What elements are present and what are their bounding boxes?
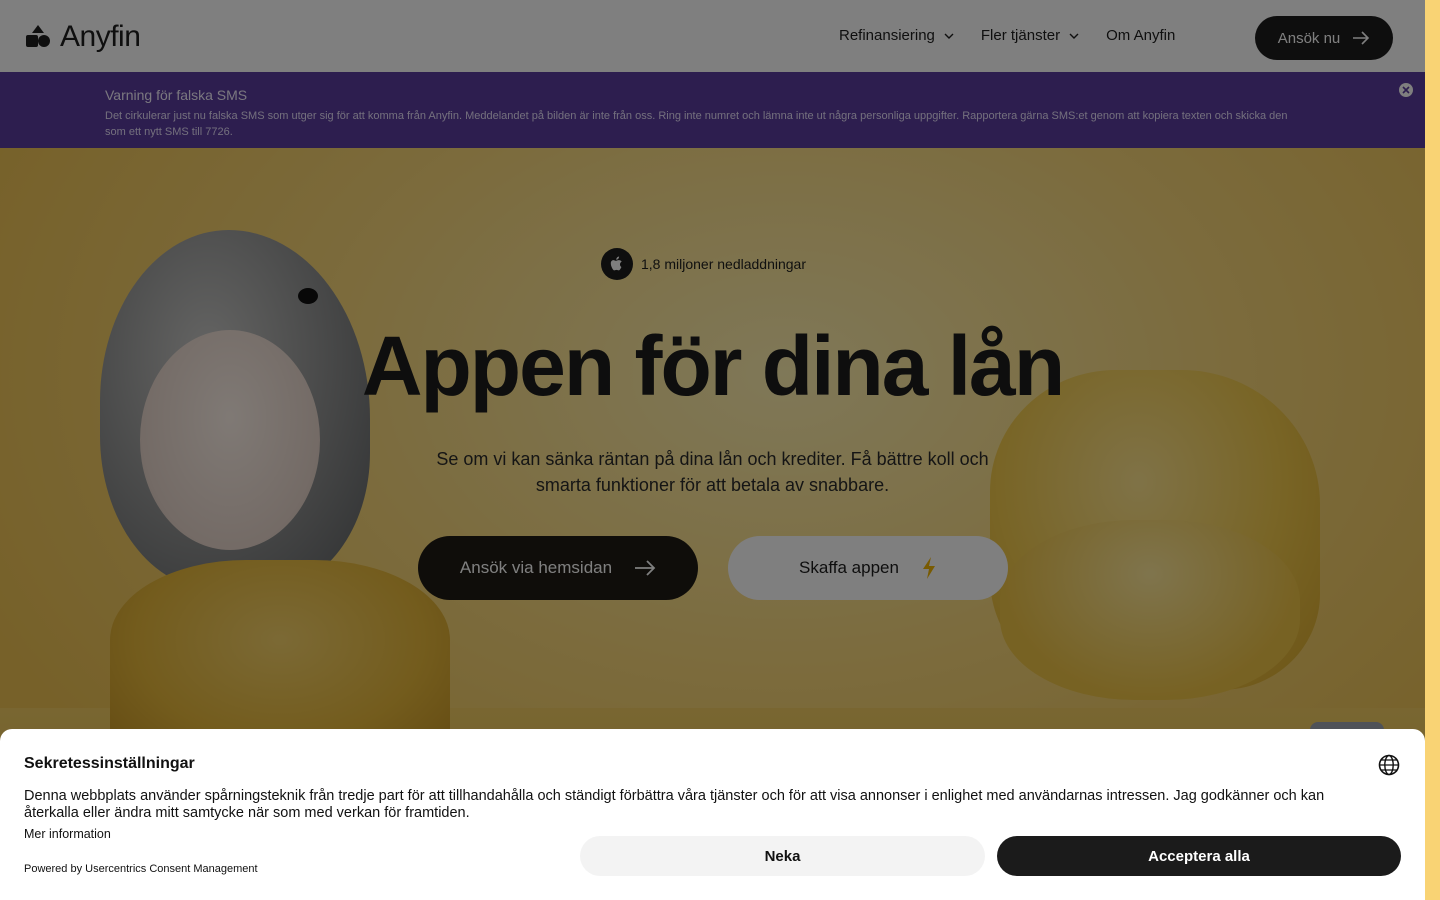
language-globe-icon[interactable] bbox=[1378, 754, 1400, 776]
consent-dialog: Sekretessinställningar Denna webbplats a… bbox=[0, 729, 1425, 900]
powered-by-text: Powered by Usercentrics Consent Manageme… bbox=[24, 863, 258, 875]
more-info-link[interactable]: Mer information bbox=[24, 827, 111, 841]
deny-button[interactable]: Neka bbox=[580, 836, 985, 876]
consent-title: Sekretessinställningar bbox=[24, 755, 195, 772]
consent-text: Denna webbplats använder spårningsteknik… bbox=[24, 788, 1325, 821]
page: Anyfin Refinansiering Fler tjänster Om A… bbox=[0, 0, 1425, 900]
accept-all-button[interactable]: Acceptera alla bbox=[997, 836, 1401, 876]
scrollbar-area bbox=[1425, 0, 1440, 900]
